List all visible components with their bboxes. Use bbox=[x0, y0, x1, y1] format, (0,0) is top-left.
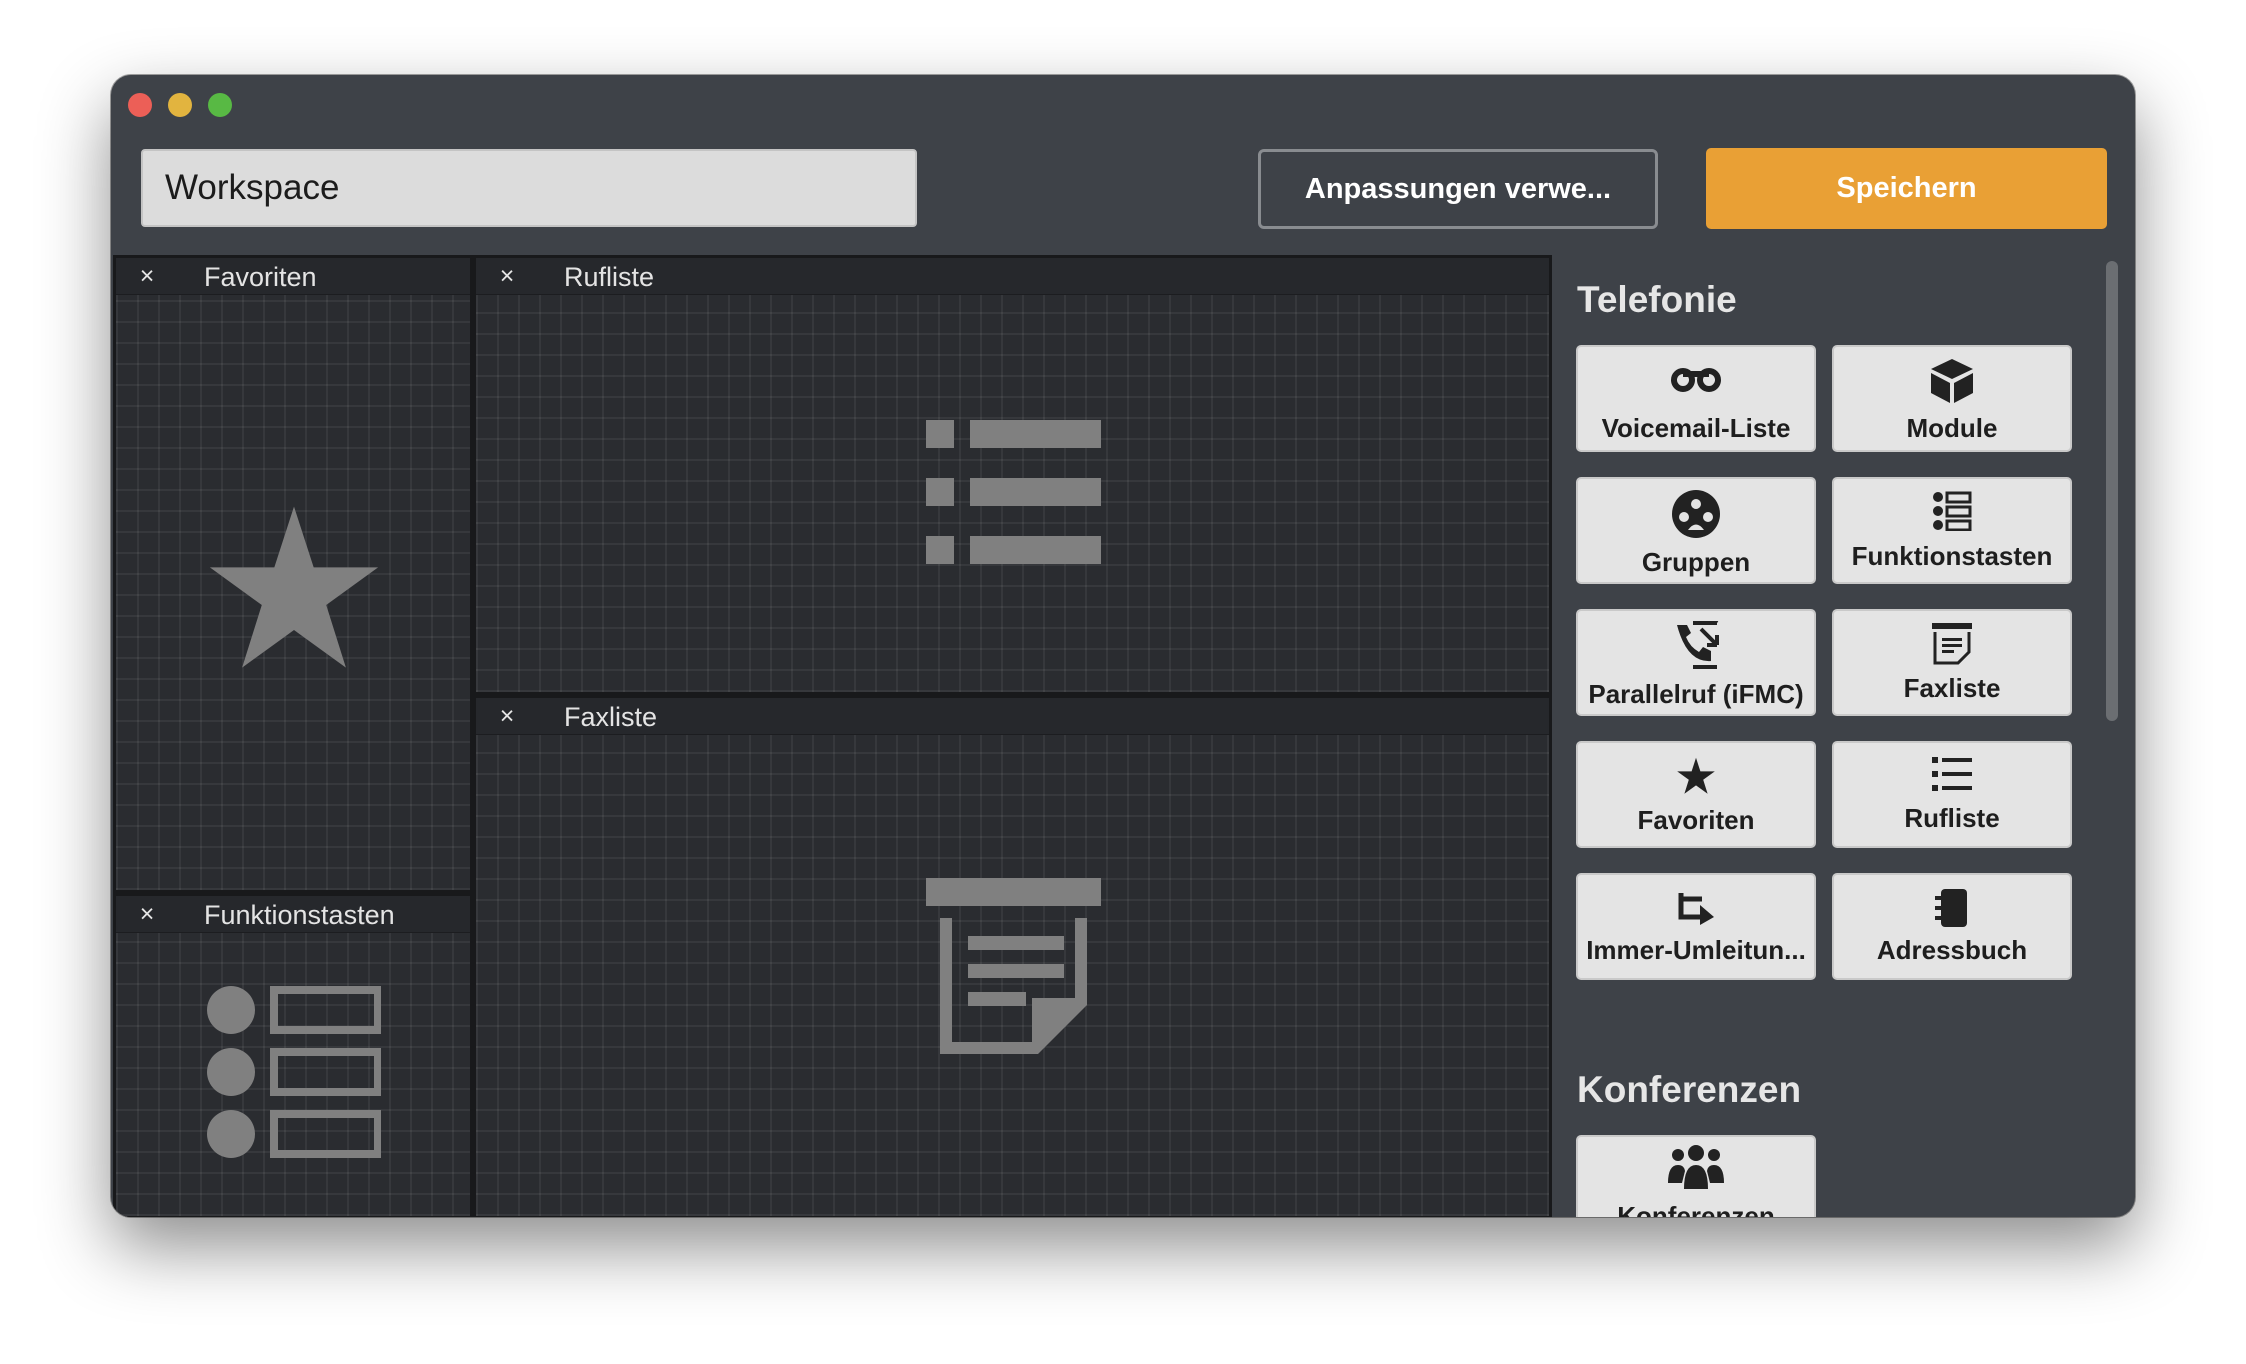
window-minimize-button[interactable] bbox=[168, 93, 192, 117]
panel-funktionstasten[interactable]: × Funktionstasten bbox=[113, 893, 473, 1217]
panel-close-button[interactable]: × bbox=[494, 258, 520, 294]
group-icon bbox=[1672, 490, 1720, 538]
cube-icon bbox=[1931, 359, 1973, 403]
panel-title: Faxliste bbox=[564, 702, 658, 732]
panel-title: Rufliste bbox=[564, 262, 655, 292]
panel-title: Funktionstasten bbox=[204, 900, 395, 930]
tile-gruppen[interactable]: Gruppen bbox=[1576, 477, 1816, 584]
panel-close-button[interactable]: × bbox=[134, 258, 160, 294]
tile-label: Konferenzen bbox=[1617, 1201, 1775, 1217]
panel-header[interactable]: × Funktionstasten bbox=[116, 896, 470, 933]
function-keys-icon bbox=[207, 986, 381, 1158]
panel-title: Favoriten bbox=[204, 262, 317, 292]
section-title-telefonie: Telefonie bbox=[1577, 279, 1737, 320]
save-button[interactable]: Speichern bbox=[1706, 148, 2107, 229]
section-title-konferenzen: Konferenzen bbox=[1577, 1069, 1802, 1110]
star-icon bbox=[1677, 757, 1715, 794]
panel-rufliste[interactable]: × Rufliste bbox=[473, 255, 1552, 695]
tile-adressbuch[interactable]: Adressbuch bbox=[1832, 873, 2072, 980]
tile-label: Immer-Umleitun... bbox=[1586, 935, 1806, 965]
tile-funktionstasten[interactable]: Funktionstasten bbox=[1832, 477, 2072, 584]
conference-icon bbox=[1668, 1145, 1724, 1189]
tile-label: Rufliste bbox=[1904, 803, 2000, 833]
workspace-name-input[interactable] bbox=[141, 149, 917, 227]
tile-label: Funktionstasten bbox=[1851, 541, 2053, 571]
tile-label: Adressbuch bbox=[1876, 935, 2028, 965]
tile-module[interactable]: Module bbox=[1832, 345, 2072, 452]
window-close-button[interactable] bbox=[128, 93, 152, 117]
panel-close-button[interactable]: × bbox=[494, 698, 520, 734]
tile-label: Module bbox=[1906, 413, 1998, 443]
app-window: Anpassungen verwe... Speichern × Favorit… bbox=[111, 75, 2135, 1217]
tile-label: Voicemail-Liste bbox=[1601, 413, 1791, 443]
star-icon bbox=[209, 506, 379, 668]
window-maximize-button[interactable] bbox=[208, 93, 232, 117]
parallel-call-icon bbox=[1677, 621, 1719, 669]
panel-favoriten[interactable]: × Favoriten bbox=[113, 255, 473, 893]
tile-faxliste[interactable]: Faxliste bbox=[1832, 609, 2072, 716]
panel-header[interactable]: × Rufliste bbox=[476, 258, 1549, 295]
tile-label: Favoriten bbox=[1637, 805, 1755, 835]
tile-parallelruf[interactable]: Parallelruf (iFMC) bbox=[1576, 609, 1816, 716]
panel-header[interactable]: × Faxliste bbox=[476, 698, 1549, 735]
fax-icon bbox=[926, 878, 1101, 1054]
voicemail-icon bbox=[1671, 368, 1721, 392]
tile-favoriten[interactable]: Favoriten bbox=[1576, 741, 1816, 848]
tile-label: Faxliste bbox=[1903, 673, 2001, 703]
sidebar-scrollbar[interactable] bbox=[2106, 261, 2118, 721]
function-keys-icon bbox=[1933, 491, 1972, 531]
panel-close-button[interactable]: × bbox=[134, 896, 160, 932]
tile-konferenzen[interactable]: Konferenzen bbox=[1576, 1135, 1816, 1217]
tile-label: Gruppen bbox=[1641, 547, 1751, 577]
tile-voicemail-liste[interactable]: Voicemail-Liste bbox=[1576, 345, 1816, 452]
panel-faxliste[interactable]: × Faxliste bbox=[473, 695, 1552, 1217]
address-book-icon bbox=[1935, 889, 1967, 927]
fax-icon bbox=[1932, 623, 1972, 665]
forward-icon bbox=[1678, 893, 1714, 925]
discard-changes-button[interactable]: Anpassungen verwe... bbox=[1258, 149, 1658, 229]
list-icon bbox=[1932, 757, 1972, 791]
panel-header[interactable]: × Favoriten bbox=[116, 258, 470, 295]
workspace-canvas: × Favoriten × Funktionstasten × Rufliste… bbox=[113, 255, 1552, 1217]
list-icon bbox=[926, 420, 1101, 564]
tile-immer-umleitung[interactable]: Immer-Umleitun... bbox=[1576, 873, 1816, 980]
tile-label: Parallelruf (iFMC) bbox=[1588, 679, 1804, 709]
tile-rufliste[interactable]: Rufliste bbox=[1832, 741, 2072, 848]
